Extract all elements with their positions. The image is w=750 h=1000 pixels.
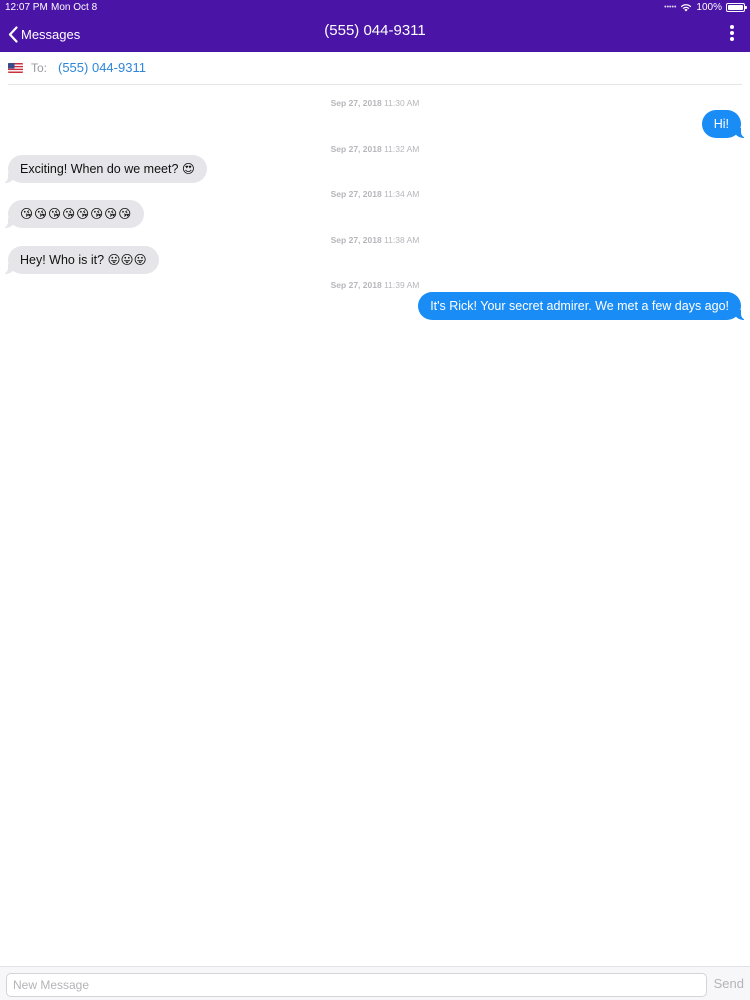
back-button[interactable]: Messages: [8, 24, 80, 44]
message-timestamp: Sep 27, 2018 11:39 AM: [330, 280, 420, 290]
message-timestamp: Sep 27, 2018 11:38 AM: [330, 235, 420, 245]
message-input[interactable]: [6, 973, 707, 997]
message-timestamp: Sep 27, 2018 11:34 AM: [330, 189, 420, 199]
status-time: 12:07 PM: [5, 2, 48, 13]
send-button[interactable]: Send: [714, 976, 744, 991]
message-text: It's Rick! Your secret admirer. We met a…: [430, 299, 729, 313]
more-dot-icon: [730, 37, 734, 41]
message-text: Hey! Who is it? 😛😛😛: [20, 253, 147, 267]
us-flag-icon: [8, 63, 23, 73]
chevron-left-icon: [8, 25, 18, 43]
recipient-row: To: (555) 044-9311: [0, 52, 750, 84]
battery-icon: [726, 3, 747, 12]
message-text: Hi!: [713, 117, 729, 131]
outgoing-message-bubble[interactable]: It's Rick! Your secret admirer. We met a…: [418, 292, 749, 320]
recipient-number[interactable]: (555) 044-9311: [58, 60, 146, 75]
divider: [8, 84, 742, 85]
status-date: Mon Oct 8: [51, 2, 98, 13]
more-dot-icon: [730, 31, 734, 35]
message-timestamp: Sep 27, 2018 11:32 AM: [330, 144, 420, 154]
more-dot-icon: [730, 25, 734, 29]
signal-icon: •••••: [664, 4, 677, 11]
incoming-message-bubble[interactable]: Hey! Who is it? 😛😛😛: [0, 246, 159, 274]
message-timestamp: Sep 27, 2018 11:30 AM: [330, 98, 420, 108]
outgoing-message-bubble[interactable]: Hi!: [701, 110, 750, 138]
incoming-message-bubble[interactable]: 😘😘😘😘😘😘😘😘: [0, 200, 145, 228]
compose-bar: Send: [0, 966, 750, 1000]
incoming-message-bubble[interactable]: Exciting! When do we meet? 😍: [0, 155, 207, 183]
back-button-label: Messages: [21, 26, 81, 42]
wifi-icon: [681, 4, 692, 12]
conversation-title: (555) 044-9311: [324, 22, 426, 39]
to-label: To:: [31, 61, 48, 75]
message-text: Exciting! When do we meet? 😍: [20, 162, 195, 176]
nav-header: 12:07 PM Mon Oct 8 ••••• 100% Messages (…: [0, 0, 750, 52]
battery-percent: 100%: [696, 2, 722, 13]
status-indicators: ••••• 100%: [664, 1, 747, 14]
message-text: 😘😘😘😘😘😘😘😘: [20, 207, 133, 221]
more-options-button[interactable]: [728, 24, 736, 42]
